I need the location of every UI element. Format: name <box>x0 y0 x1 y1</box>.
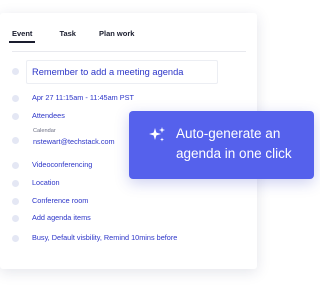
sparkle-icon <box>149 127 165 142</box>
event-settings-field[interactable]: Busy, Default visbility, Remind 10mins b… <box>32 233 177 242</box>
location-bullet-icon <box>12 180 19 187</box>
auto-generate-agenda-callout[interactable]: Auto-generate an agenda in one click <box>129 111 314 179</box>
attendees-bullet-icon <box>12 113 19 120</box>
conference-room-row[interactable]: Conference room <box>12 196 252 208</box>
calendar-bullet-icon <box>12 137 19 144</box>
callout-text: Auto-generate an agenda in one click <box>176 126 292 161</box>
title-bullet-icon <box>12 68 19 75</box>
agenda-bullet-icon <box>12 215 19 222</box>
location-field[interactable]: Location <box>32 178 60 187</box>
add-agenda-items-field[interactable]: Add agenda items <box>32 213 91 222</box>
video-bullet-icon <box>12 162 19 169</box>
event-title-row: Remember to add a meeting agenda <box>12 60 218 84</box>
videoconferencing-field[interactable]: Videoconferencing <box>32 160 92 169</box>
event-type-tabs: Event Task Plan work <box>8 26 134 43</box>
calendar-label: Calendar <box>33 128 56 134</box>
settings-bullet-icon <box>12 235 19 242</box>
settings-row[interactable]: Busy, Default visbility, Remind 10mins b… <box>12 233 252 245</box>
tab-task[interactable]: Task <box>59 29 76 38</box>
event-title-input[interactable]: Remember to add a meeting agenda <box>26 60 218 84</box>
tab-divider <box>12 51 246 52</box>
tab-event[interactable]: Event <box>8 29 36 43</box>
calendar-select[interactable]: nstewart@techstack.com <box>33 137 115 146</box>
datetime-row[interactable]: Apr 27 11:15am - 11:45am PST <box>12 93 252 105</box>
conference-room-field[interactable]: Conference room <box>32 196 88 205</box>
datetime-bullet-icon <box>12 95 19 102</box>
attendees-field[interactable]: Attendees <box>32 111 65 120</box>
location-row[interactable]: Location <box>12 178 252 190</box>
tab-plan-work[interactable]: Plan work <box>99 29 134 38</box>
datetime-field[interactable]: Apr 27 11:15am - 11:45am PST <box>32 93 134 102</box>
conference-room-bullet-icon <box>12 198 19 205</box>
agenda-row[interactable]: Add agenda items <box>12 213 252 225</box>
